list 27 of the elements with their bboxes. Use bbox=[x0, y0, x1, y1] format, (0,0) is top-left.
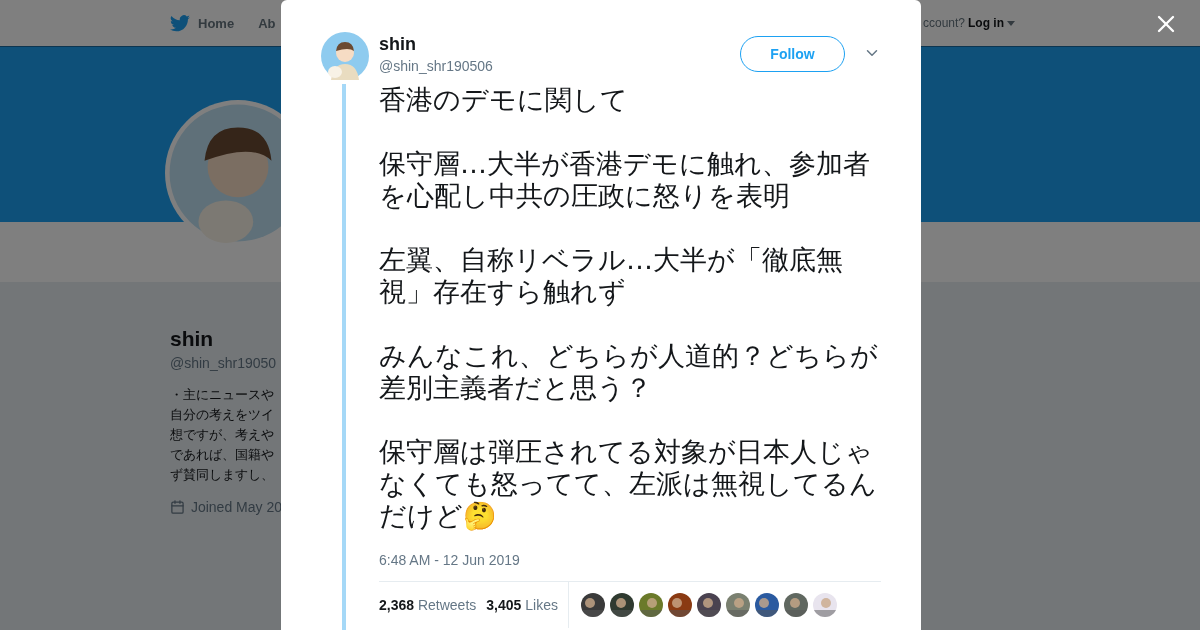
stat-count[interactable]: 2,368 Retweets bbox=[379, 597, 477, 613]
tweet-text: みんなこれ、どちらが人道的？どちらが差別主義者だと思う？ bbox=[379, 340, 879, 404]
nav-link[interactable]: Home bbox=[170, 14, 235, 32]
joined-date: Joined May 20 bbox=[190, 499, 282, 515]
tweet-timestamp: 6:48 AM - 12 Jun 2019 bbox=[379, 552, 521, 568]
tweet-text: 香港のデモに関して bbox=[379, 84, 629, 116]
login-link[interactable]: Log in bbox=[968, 16, 1004, 30]
avatar bbox=[321, 32, 369, 80]
tweet-text: 左翼、自称リベラル…大半が「徹底無視」存在すら触れず bbox=[379, 244, 844, 308]
account-prompt: ccount? bbox=[922, 16, 965, 30]
bio-line: であれば、国籍や bbox=[170, 446, 275, 464]
nav-link[interactable]: Ab bbox=[258, 15, 276, 31]
bird-icon bbox=[170, 14, 190, 32]
author-name: shin bbox=[379, 34, 417, 55]
calendar-icon bbox=[170, 499, 185, 515]
stat-count[interactable]: 3,405 Likes bbox=[486, 597, 558, 613]
bio-line: 自分の考えをツイ bbox=[170, 406, 275, 424]
bio-line: ず賛同しますし、 bbox=[170, 466, 275, 484]
bio-line: ・主にニュースや bbox=[170, 386, 275, 404]
tweet-text: 保守層…大半が香港デモに触れ、参加者を心配し中共の圧政に怒りを表明 bbox=[379, 148, 871, 212]
author-handle: @shin_shr190506 bbox=[379, 58, 493, 74]
tweet-text: 保守層は弾圧されてる対象が日本人じゃなくても怒ってて、左派は無視してるんだけど🤔 bbox=[379, 436, 878, 532]
caret-icon bbox=[1007, 20, 1015, 26]
bio-line: 想ですが、考えや bbox=[170, 426, 275, 444]
follow-button[interactable]: Follow bbox=[740, 36, 845, 72]
profile-name: shin bbox=[170, 327, 215, 351]
profile-handle: @shin_shr19050 bbox=[170, 355, 278, 371]
